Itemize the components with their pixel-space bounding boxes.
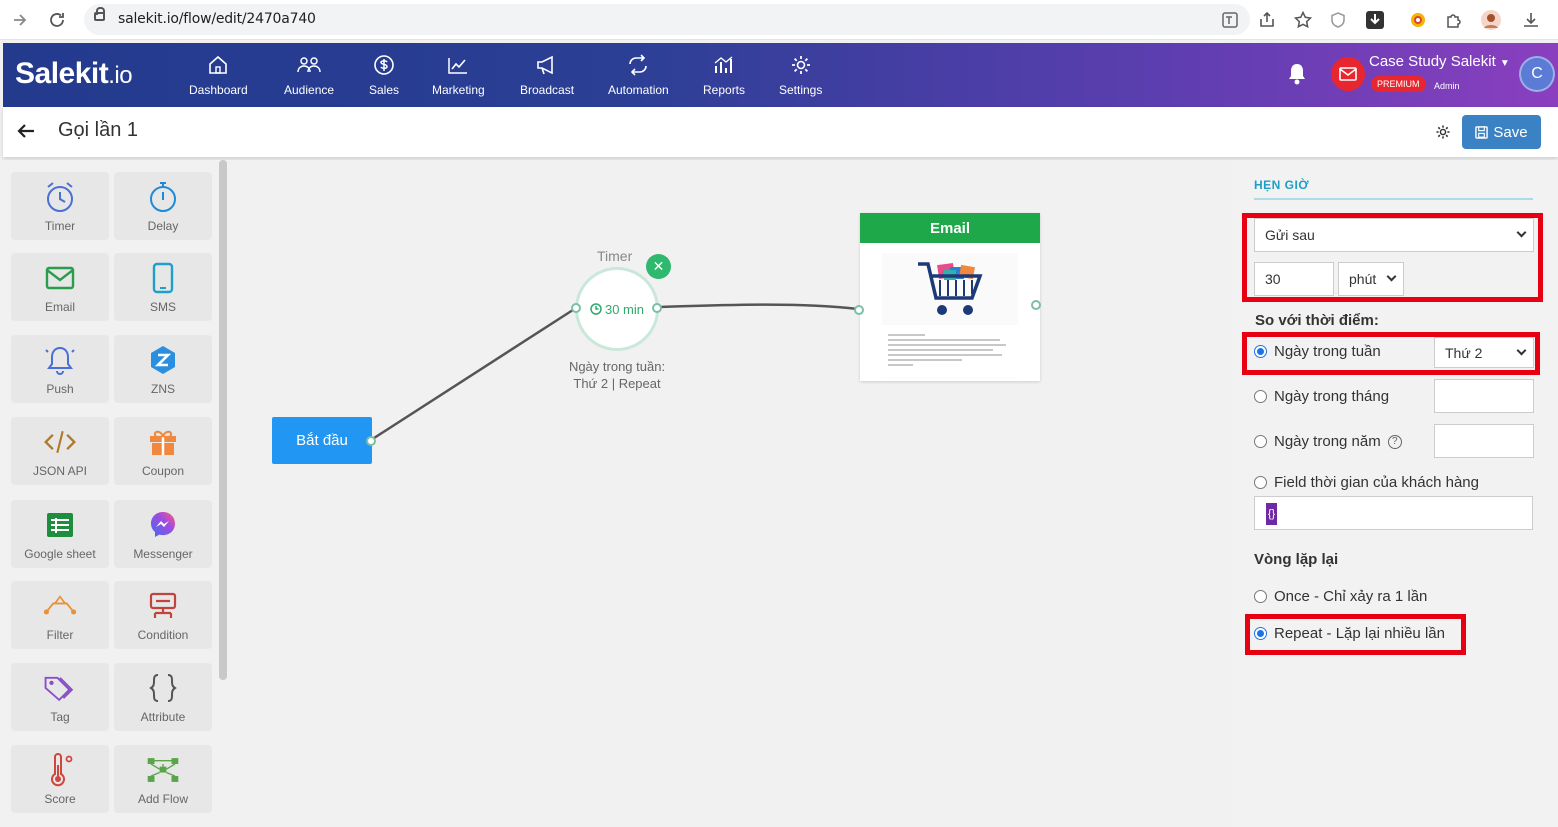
radio-yearday[interactable] xyxy=(1254,435,1267,448)
radio-repeat[interactable] xyxy=(1254,627,1267,640)
radio-customer-field[interactable] xyxy=(1254,476,1267,489)
panel-divider xyxy=(1254,198,1533,200)
close-icon[interactable]: ✕ xyxy=(646,254,671,279)
option-monthday[interactable]: Ngày trong tháng xyxy=(1254,388,1389,405)
radio-weekday[interactable] xyxy=(1254,345,1267,358)
timer-summary-line1: Ngày trong tuần: xyxy=(568,359,666,374)
delay-amount-input[interactable]: 30 xyxy=(1254,262,1334,296)
repeat-section-label: Vòng lặp lại xyxy=(1254,551,1339,568)
radio-once[interactable] xyxy=(1254,590,1267,603)
chevron-down-icon xyxy=(1516,345,1527,355)
compare-label: So với thời điểm: xyxy=(1255,312,1379,329)
send-mode-value: Gửi sau xyxy=(1265,227,1315,243)
option-weekday[interactable]: Ngày trong tuần xyxy=(1254,343,1381,360)
option-repeat-label: Repeat - Lặp lại nhiều lần xyxy=(1274,625,1445,642)
option-weekday-label: Ngày trong tuần xyxy=(1274,343,1381,360)
timer-input-port[interactable] xyxy=(571,303,581,313)
radio-monthday[interactable] xyxy=(1254,390,1267,403)
monthday-input[interactable] xyxy=(1434,379,1534,413)
option-customer-field-label: Field thời gian của khách hàng xyxy=(1274,474,1479,491)
email-node-title: Email xyxy=(860,213,1040,243)
start-node[interactable]: Bắt đầu xyxy=(272,417,372,464)
clock-icon xyxy=(590,303,602,315)
option-monthday-label: Ngày trong tháng xyxy=(1274,388,1390,405)
chevron-down-icon xyxy=(1386,271,1397,282)
delay-unit-value: phút xyxy=(1349,271,1377,287)
email-output-port[interactable] xyxy=(1031,300,1041,310)
email-node[interactable]: Email xyxy=(860,213,1040,381)
option-yearday-label: Ngày trong năm xyxy=(1274,433,1381,450)
option-customer-field[interactable]: Field thời gian của khách hàng xyxy=(1254,474,1479,491)
option-once[interactable]: Once - Chỉ xảy ra 1 lần xyxy=(1254,588,1427,605)
email-preview-text xyxy=(882,325,1018,377)
field-picker-chip[interactable]: {} xyxy=(1266,503,1277,525)
option-once-label: Once - Chỉ xảy ra 1 lần xyxy=(1274,588,1428,605)
shopping-cart-icon xyxy=(918,262,983,315)
timer-summary: Ngày trong tuần: Thứ 2 | Repeat xyxy=(560,358,674,392)
option-yearday[interactable]: Ngày trong năm ? xyxy=(1254,433,1402,450)
weekday-select[interactable]: Thứ 2 xyxy=(1434,337,1534,368)
timer-node-title: Timer xyxy=(597,248,633,264)
timer-summary-line2: Thứ 2 | Repeat xyxy=(573,376,661,391)
weekday-value: Thứ 2 xyxy=(1445,344,1483,361)
option-repeat[interactable]: Repeat - Lặp lại nhiều lần xyxy=(1254,625,1445,642)
timer-node[interactable]: 30 min xyxy=(575,267,659,351)
start-output-port[interactable] xyxy=(366,436,376,446)
delay-unit-select[interactable]: phút xyxy=(1338,262,1404,296)
timer-output-port[interactable] xyxy=(652,303,662,313)
send-mode-select[interactable]: Gửi sau xyxy=(1254,218,1534,252)
help-icon[interactable]: ? xyxy=(1387,434,1402,449)
timer-value: 30 min xyxy=(604,301,645,317)
panel-section-title: HẸN GIỜ xyxy=(1254,178,1310,192)
yearday-input[interactable] xyxy=(1434,424,1534,458)
chevron-down-icon xyxy=(1516,227,1527,238)
email-input-port[interactable] xyxy=(854,305,864,315)
customer-field-input[interactable] xyxy=(1254,496,1533,530)
